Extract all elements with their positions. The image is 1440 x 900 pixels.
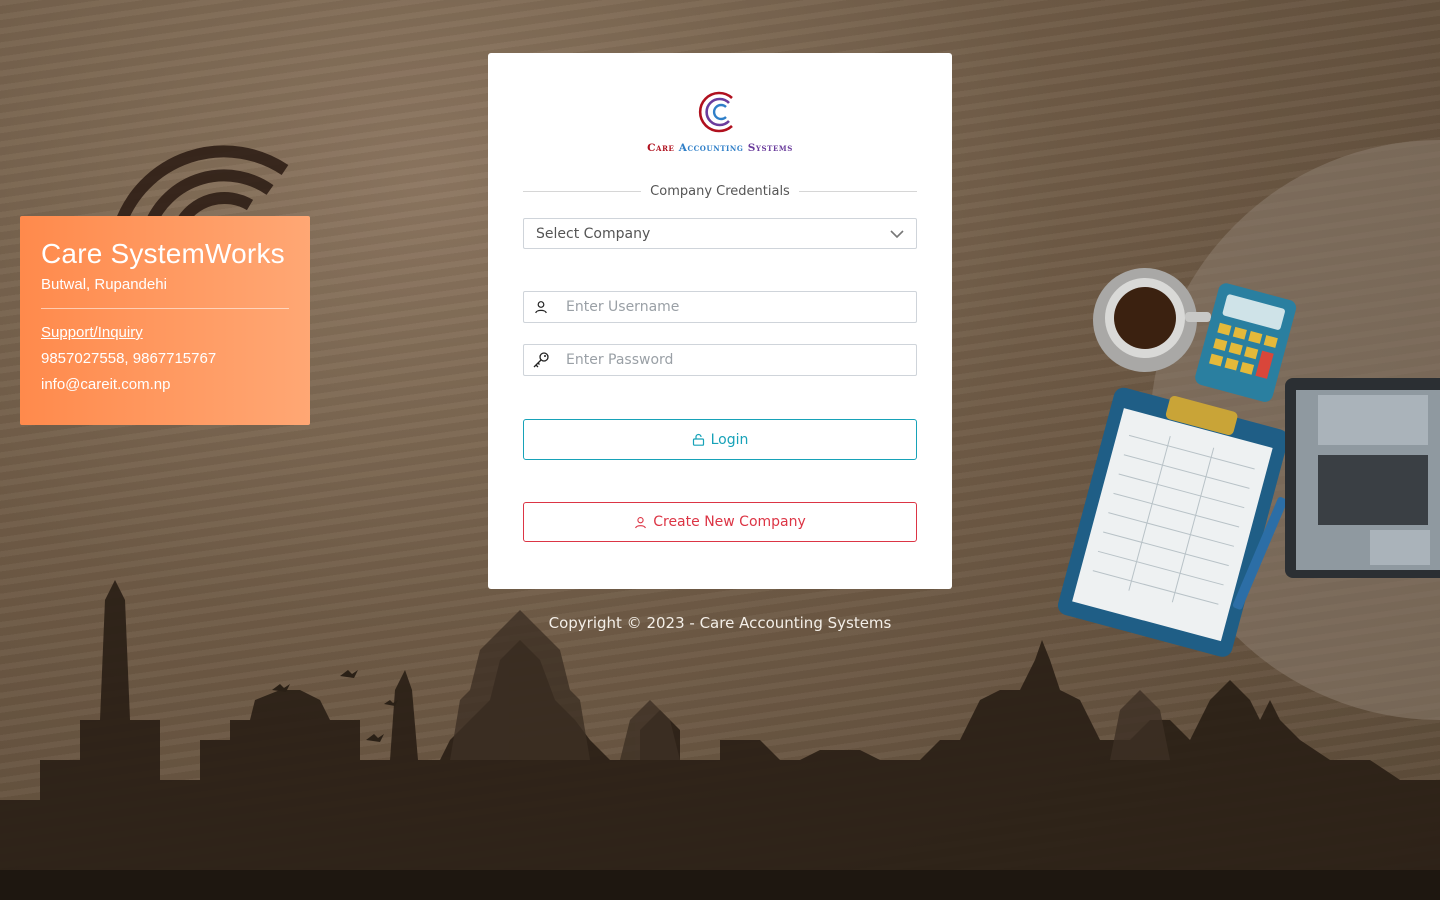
- support-email: info@careit.com.np: [41, 376, 171, 393]
- logo-wordmark: Care Accounting Systems: [620, 142, 820, 154]
- login-button[interactable]: Login: [523, 419, 917, 460]
- logo-word-care: Care: [647, 142, 675, 154]
- login-button-label: Login: [710, 431, 749, 448]
- company-select-value: Select Company: [536, 225, 651, 242]
- logo-mark-icon: [698, 91, 733, 133]
- company-location: Butwal, Rupandehi: [41, 276, 167, 293]
- user-icon: [524, 300, 558, 314]
- user-icon: [635, 516, 647, 528]
- heading-line-left: [523, 190, 642, 192]
- create-company-button[interactable]: Create New Company: [523, 502, 917, 542]
- ground: [0, 870, 1440, 900]
- password-field-group: [523, 344, 917, 376]
- username-input[interactable]: [558, 292, 916, 322]
- username-field-group: [523, 291, 917, 323]
- credentials-heading: Company Credentials: [523, 181, 918, 201]
- app-logo: Care Accounting Systems: [620, 88, 820, 154]
- company-select[interactable]: Select Company: [523, 218, 917, 249]
- heading-line-right: [798, 190, 918, 192]
- password-input[interactable]: [558, 345, 916, 375]
- logo-word-systems: Systems: [747, 142, 793, 154]
- company-name: Care SystemWorks: [41, 238, 285, 269]
- support-phones: 9857027558, 9867715767: [41, 350, 217, 367]
- unlock-icon: [692, 433, 704, 446]
- company-info-card: Care SystemWorks Butwal, Rupandehi Suppo…: [20, 216, 310, 425]
- info-divider: [41, 308, 289, 309]
- logo-word-accounting: Accounting: [678, 142, 744, 154]
- copyright-footer: Copyright © 2023 - Care Accounting Syste…: [548, 614, 892, 632]
- support-inquiry-link[interactable]: Support/Inquiry: [41, 323, 289, 343]
- create-company-button-label: Create New Company: [653, 514, 806, 530]
- credentials-heading-text: Company Credentials: [650, 183, 790, 199]
- chevron-down-icon: [890, 229, 904, 238]
- key-icon: [524, 351, 558, 369]
- laptop-illustration: [1285, 378, 1440, 578]
- wifi-arcs: [114, 145, 289, 228]
- login-card: Care Accounting Systems Company Credenti…: [488, 53, 952, 589]
